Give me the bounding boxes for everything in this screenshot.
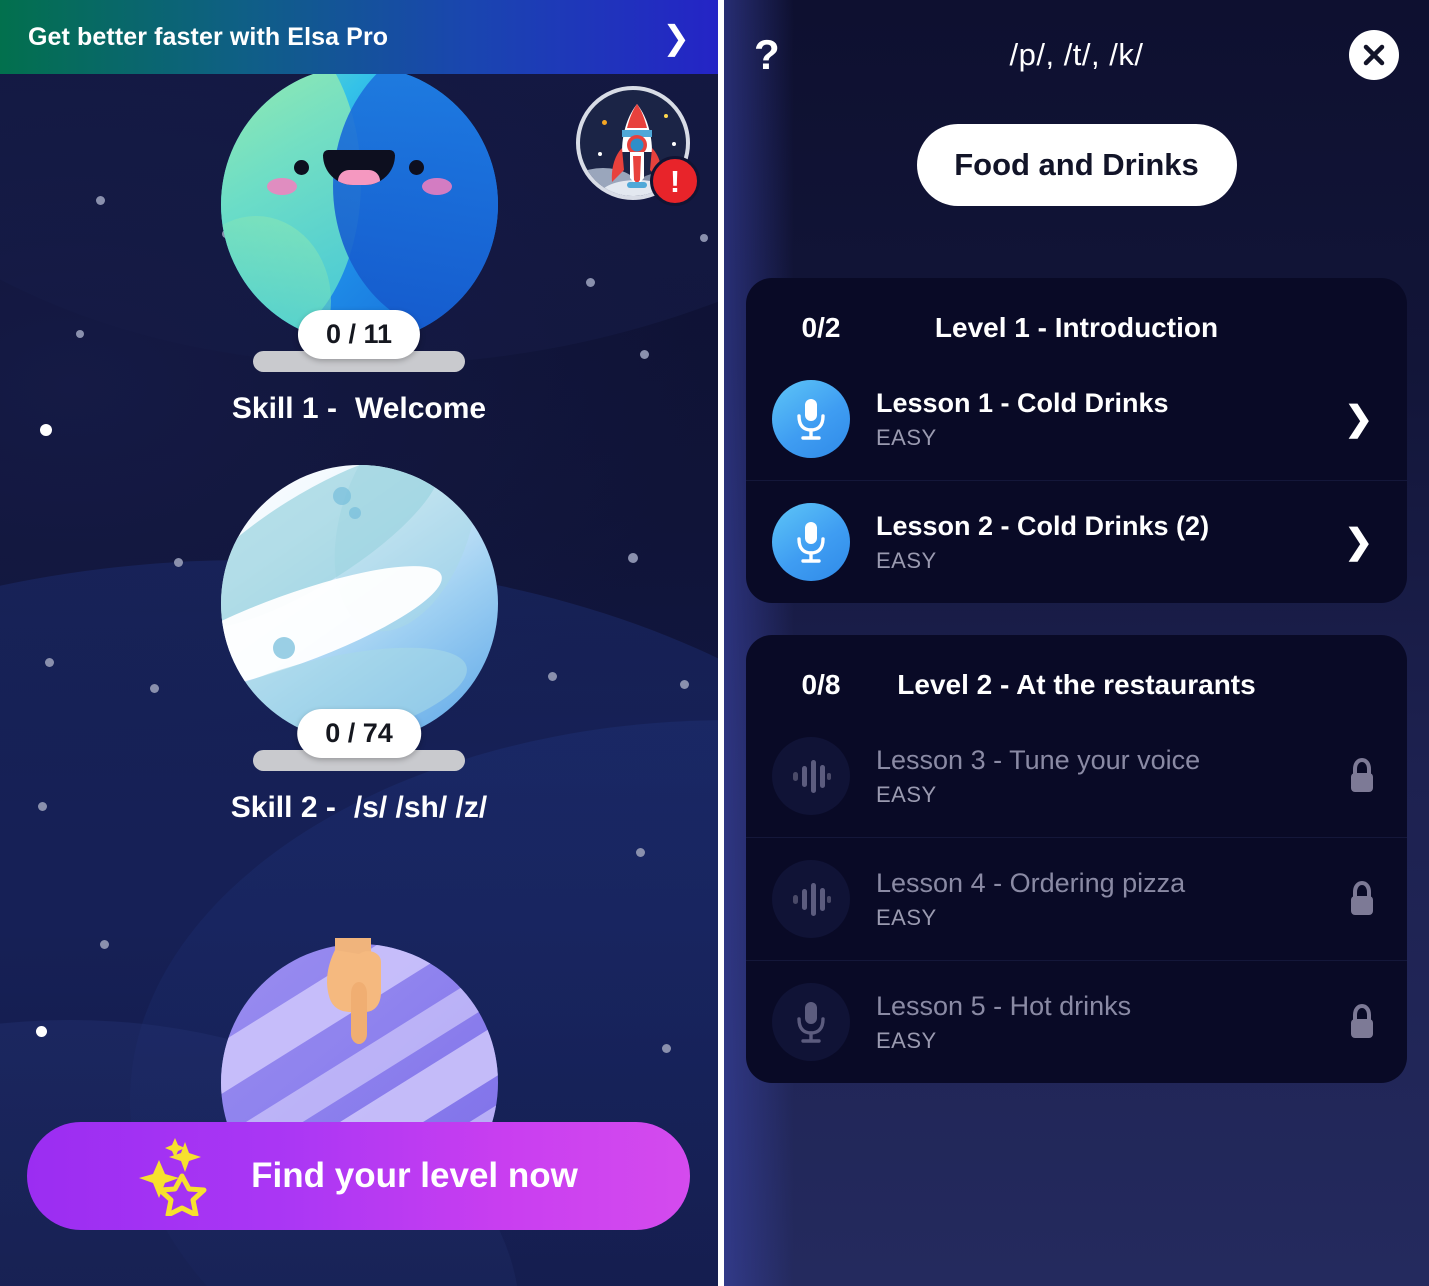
lesson-difficulty: EASY: [876, 781, 937, 807]
microphone-glyph: [797, 399, 825, 440]
level-header: 0/8 Level 2 - At the restaurants: [746, 635, 1407, 715]
close-icon: [1363, 44, 1385, 66]
skill-label-name: /s/ /sh/ /z/: [353, 791, 488, 824]
skills-map-panel: Get better faster with Elsa Pro ❯ ! 0 / …: [0, 0, 718, 1286]
skill-item-2[interactable]: 0 / 74 Skill 2 - /s/ /sh/ /z/: [0, 465, 718, 825]
planet-body: [220, 465, 498, 742]
panel-divider: [718, 0, 724, 1286]
lessons-header: ? /p/, /t/, /k/: [724, 0, 1429, 110]
waveform-glyph: [793, 760, 831, 793]
lesson-difficulty: EASY: [876, 1027, 937, 1053]
lesson-title: Lesson 4 - Ordering pizza: [876, 868, 1186, 899]
topic-label: Food and Drinks: [954, 147, 1199, 182]
planet-2: 0 / 74: [220, 465, 498, 758]
lessons-panel: ? /p/, /t/, /k/ Food and Drinks 0/2 Leve…: [724, 0, 1429, 1286]
planet-1: 0 / 11: [220, 66, 498, 359]
microphone-glyph: [797, 1002, 825, 1043]
lock-icon: [1351, 758, 1373, 792]
lesson-difficulty: EASY: [876, 424, 937, 450]
rocket-avatar[interactable]: !: [576, 86, 700, 206]
microphone-icon: [772, 983, 850, 1061]
planet-blob: [332, 66, 498, 336]
promo-banner-label: Get better faster with Elsa Pro: [28, 22, 389, 51]
planet-eye-right: [409, 160, 424, 175]
skill-label: Skill 1 - Welcome: [232, 392, 486, 426]
page-title: /p/, /t/, /k/: [1009, 37, 1144, 72]
skill-label-prefix: Skill 2 -: [230, 791, 336, 824]
planet-dot: [332, 487, 351, 505]
planet-face: [221, 150, 498, 185]
microphone-icon: [772, 380, 850, 458]
chevron-right-icon[interactable]: ❯: [1345, 525, 1378, 559]
lesson-row[interactable]: Lesson 5 - Hot drinks EASY: [746, 960, 1407, 1083]
find-your-level-button[interactable]: Find your level now: [27, 1122, 690, 1230]
waveform-glyph: [793, 883, 831, 916]
level-progress: 0/8: [801, 669, 841, 700]
planet-body: [220, 66, 498, 343]
microphone-icon: [772, 503, 850, 581]
pointing-hand-icon: [327, 938, 381, 1044]
lesson-text: Lesson 3 - Tune your voice EASY: [850, 744, 1347, 808]
lesson-row[interactable]: Lesson 3 - Tune your voice EASY: [746, 715, 1407, 837]
level-card-1: 0/2 Level 1 - Introduction Lesson 1 - Co…: [746, 278, 1407, 603]
lesson-title: Lesson 3 - Tune your voice: [876, 745, 1201, 776]
skill-progress-badge: 0 / 74: [297, 709, 421, 758]
planet-mouth: [323, 150, 395, 185]
skill-label-prefix: Skill 1 -: [231, 392, 337, 425]
lesson-title: Lesson 2 - Cold Drinks (2): [876, 511, 1210, 542]
lesson-row[interactable]: Lesson 4 - Ordering pizza EASY: [746, 837, 1407, 960]
waveform-icon: [772, 860, 850, 938]
planet-dot: [272, 637, 295, 659]
planet-dot: [348, 507, 361, 519]
planet-eye-left: [294, 160, 309, 175]
level-progress: 0/2: [801, 312, 841, 343]
lock-icon: [1351, 1004, 1373, 1038]
planet-blush-right: [421, 178, 452, 195]
skill-label: Skill 2 - /s/ /sh/ /z/: [231, 791, 487, 825]
star-dot: [636, 848, 645, 857]
skill-label-name: Welcome: [354, 392, 487, 425]
lesson-text: Lesson 1 - Cold Drinks EASY: [850, 387, 1345, 451]
lesson-title: Lesson 5 - Hot drinks: [876, 991, 1132, 1022]
chevron-right-icon[interactable]: ❯: [1345, 402, 1378, 436]
find-your-level-label: Find your level now: [251, 1156, 578, 1195]
lock-icon: [1351, 881, 1373, 915]
promo-banner[interactable]: Get better faster with Elsa Pro ❯: [0, 0, 718, 74]
sparkles-icon: [139, 1138, 207, 1216]
lesson-difficulty: EASY: [876, 904, 937, 930]
help-icon[interactable]: ?: [754, 34, 804, 76]
alert-badge: !: [650, 156, 700, 206]
lesson-text: Lesson 4 - Ordering pizza EASY: [850, 867, 1347, 931]
level-card-2: 0/8 Level 2 - At the restaurants Lesson …: [746, 635, 1407, 1083]
close-button[interactable]: [1349, 30, 1399, 80]
app-screen: Get better faster with Elsa Pro ❯ ! 0 / …: [0, 0, 1429, 1286]
skill-progress-badge: 0 / 11: [297, 310, 421, 359]
planet-blush-left: [266, 178, 297, 195]
lesson-difficulty: EASY: [876, 547, 937, 573]
level-header: 0/2 Level 1 - Introduction: [746, 278, 1407, 358]
lesson-title: Lesson 1 - Cold Drinks: [876, 388, 1169, 419]
level-title: Level 2 - At the restaurants: [897, 669, 1256, 700]
chevron-right-icon: ❯: [662, 18, 690, 56]
level-title: Level 1 - Introduction: [934, 312, 1219, 343]
microphone-glyph: [797, 522, 825, 563]
lesson-row[interactable]: Lesson 2 - Cold Drinks (2) EASY ❯: [746, 480, 1407, 603]
skill-item-3[interactable]: Skill 3 -Ending sounds: [0, 938, 718, 1286]
topic-pill[interactable]: Food and Drinks: [916, 124, 1237, 206]
lesson-text: Lesson 2 - Cold Drinks (2) EASY: [850, 510, 1345, 574]
waveform-icon: [772, 737, 850, 815]
lesson-text: Lesson 5 - Hot drinks EASY: [850, 990, 1347, 1054]
lesson-row[interactable]: Lesson 1 - Cold Drinks EASY ❯: [746, 358, 1407, 480]
